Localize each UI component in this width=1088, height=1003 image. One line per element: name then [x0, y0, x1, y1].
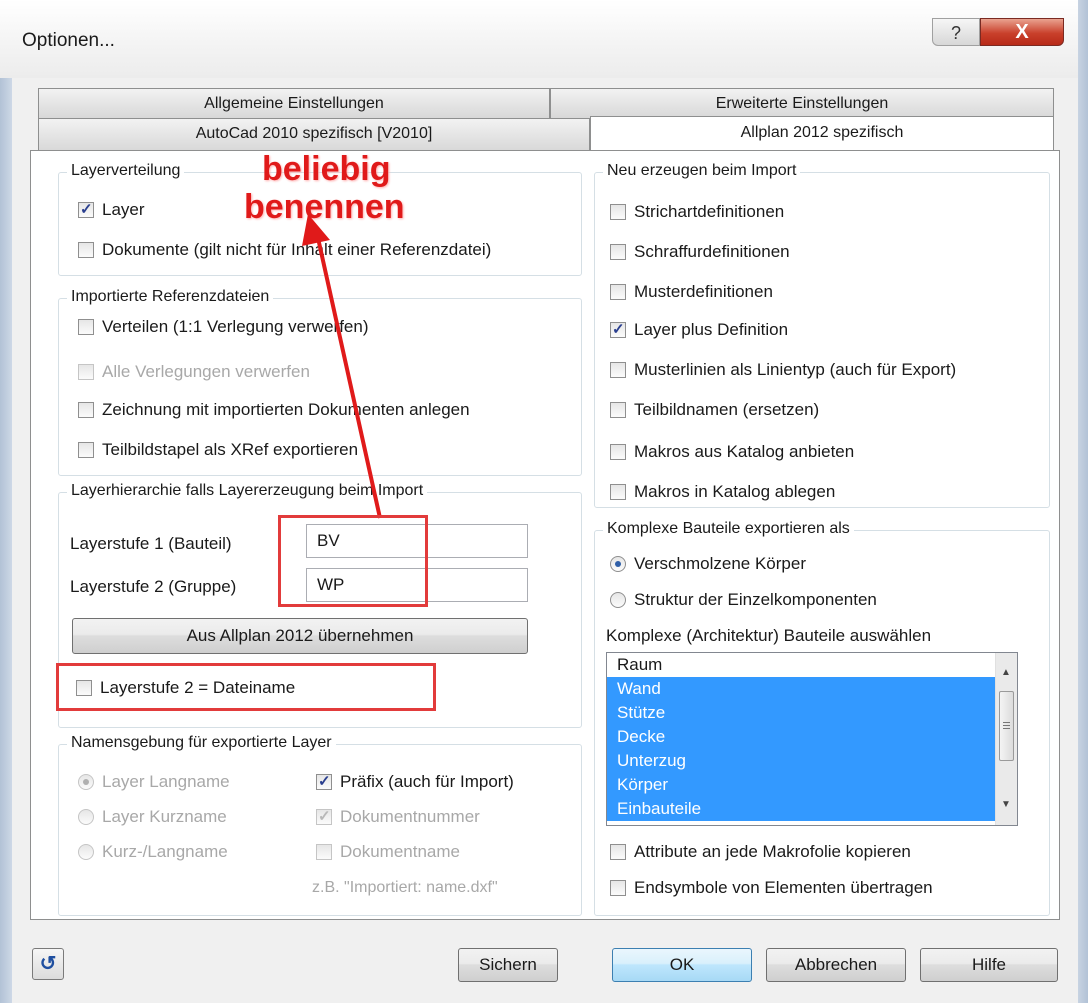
annotation-box-dateiname [56, 663, 436, 711]
annotation-arrow [302, 214, 382, 519]
annotation-box-layerstufen [278, 515, 428, 607]
